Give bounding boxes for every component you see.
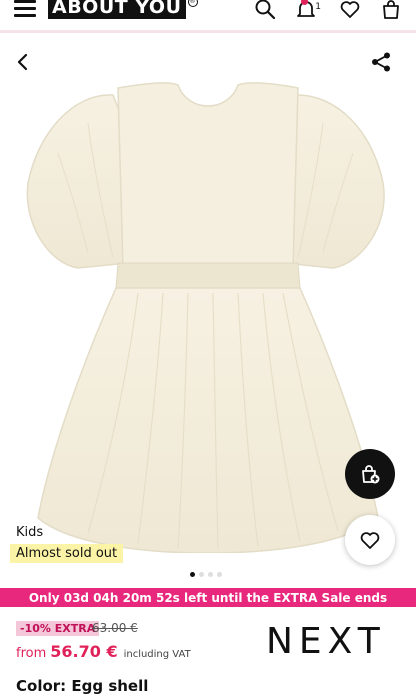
bag-icon[interactable] <box>378 0 404 22</box>
wishlist-button[interactable] <box>345 515 395 565</box>
heart-icon <box>360 532 380 549</box>
brand-logo[interactable]: NEXT <box>266 621 386 662</box>
logo-text: ABOUT YOU <box>48 0 186 19</box>
logo-registered-mark: ® <box>187 0 198 7</box>
notification-count: 1 <box>315 2 321 12</box>
sale-countdown-banner[interactable]: Only 03d 04h 20m 52s left until the EXTR… <box>0 588 416 607</box>
category-label: Kids <box>16 525 44 540</box>
price-section: -10% EXTRA 63.00 € from 56.70 € includin… <box>0 607 416 699</box>
search-icon[interactable] <box>252 0 278 22</box>
heart-icon[interactable] <box>337 0 363 22</box>
original-price: 63.00 € <box>92 621 138 635</box>
back-arrow-icon[interactable] <box>12 51 34 73</box>
pagination-dot[interactable] <box>190 572 195 577</box>
add-to-bag-icon <box>362 465 380 484</box>
bell-icon[interactable]: 1 <box>293 0 321 22</box>
about-you-logo[interactable]: ABOUT YOU ® <box>48 0 198 20</box>
menu-icon[interactable] <box>14 0 36 18</box>
vat-note: including VAT <box>123 649 191 660</box>
product-gallery[interactable]: Kids Almost sold out <box>0 33 416 588</box>
color-label: Color: Egg shell <box>16 677 149 695</box>
dress-image <box>26 82 385 553</box>
top-header: ABOUT YOU ® 1 <box>0 0 416 30</box>
share-icon[interactable] <box>370 51 392 73</box>
current-price: from 56.70 € including VAT <box>16 642 191 661</box>
pagination-dot[interactable] <box>217 572 222 577</box>
extra-discount-badge: -10% EXTRA <box>16 621 100 636</box>
stock-badge: Almost sold out <box>10 544 124 563</box>
gallery-pagination <box>190 572 222 577</box>
price-amount: 56.70 € <box>50 642 118 661</box>
pagination-dot[interactable] <box>199 572 204 577</box>
from-label: from <box>16 646 47 661</box>
add-to-bag-button[interactable] <box>345 449 395 499</box>
pagination-dot[interactable] <box>208 572 213 577</box>
